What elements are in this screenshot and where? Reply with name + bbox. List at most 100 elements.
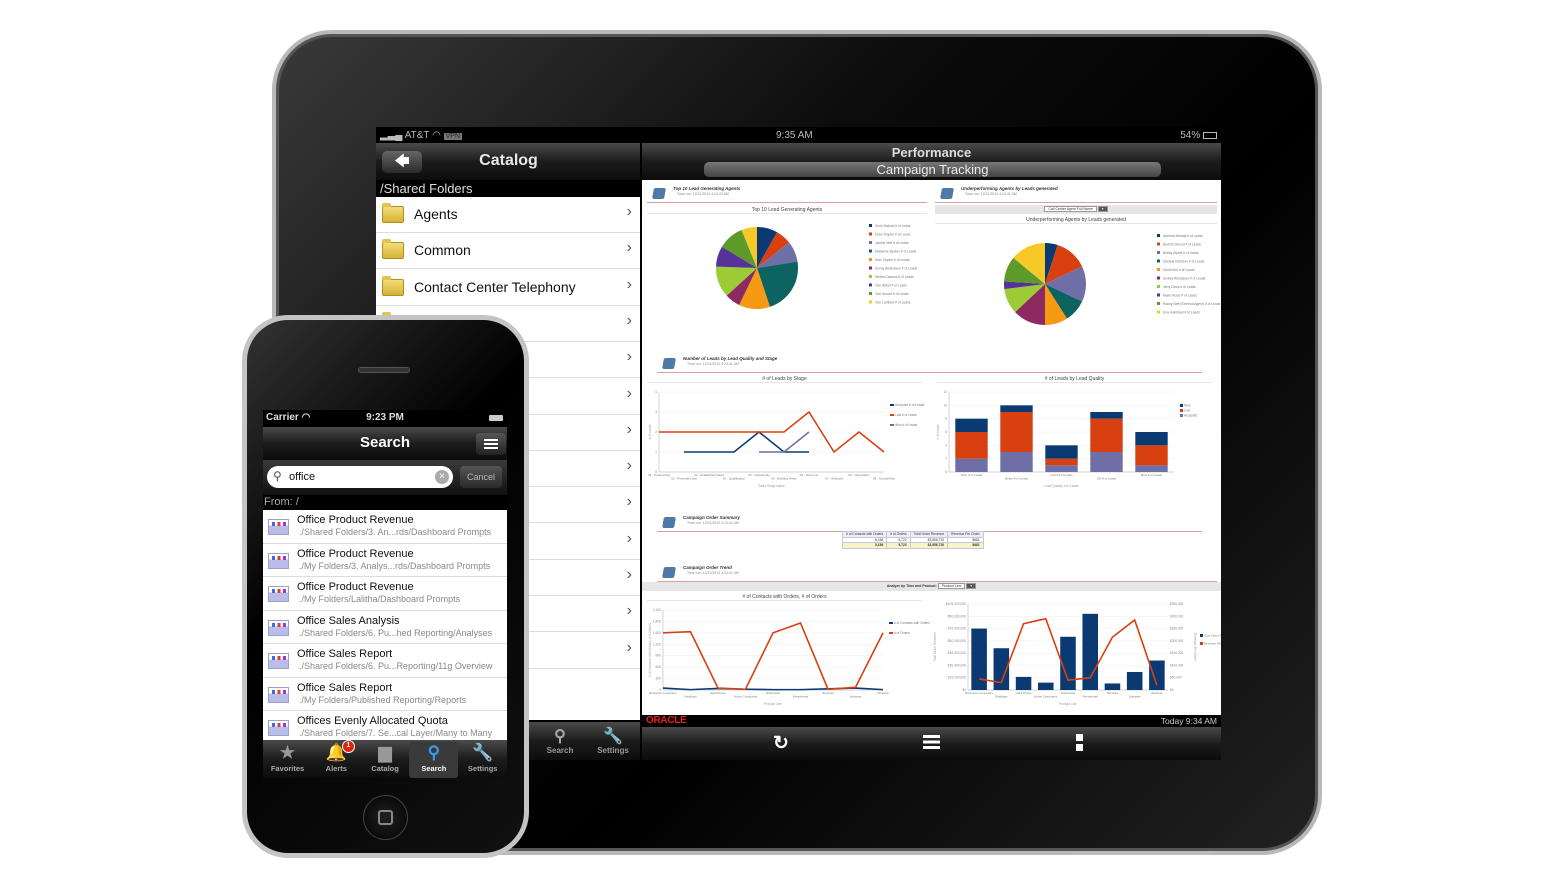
section-subtitle: Time run: 12/21/2010 4:24:41 AM (687, 521, 739, 525)
series-line (684, 430, 809, 453)
legend-swatch (1157, 234, 1160, 237)
tab-alerts[interactable]: 🔔 Alerts 1 (312, 740, 361, 778)
ipad-status-time: 9:35 AM (776, 130, 813, 141)
bar-segment (1090, 418, 1123, 452)
page-layout-icon[interactable] (1076, 734, 1083, 751)
result-title: Office Product Revenue (297, 581, 414, 593)
legend-swatch (1157, 242, 1160, 246)
x-tick-label: 06 - Short List (800, 473, 819, 477)
cancel-button[interactable]: Cancel (460, 466, 502, 488)
home-button[interactable] (363, 795, 408, 840)
search-result-item[interactable]: Office Sales Report ./Shared Folders/6. P… (263, 644, 507, 678)
tab-settings[interactable]: 🔧 Settings (588, 726, 638, 755)
y-tick-label: 2 (945, 457, 947, 461)
search-scope: From: / (264, 496, 299, 508)
tab-settings[interactable]: 🔧 Settings (458, 742, 507, 778)
iphone-nav-bar: Search (263, 427, 507, 460)
search-result-item[interactable]: Office Product Revenue ./Shared Folders/3… (263, 510, 507, 544)
y-tick-label: $15,000,000 (948, 676, 967, 680)
search-results-list: Office Product Revenue ./Shared Folders/3… (263, 510, 507, 740)
search-result-item[interactable]: Offices Evenly Allocated Quota ./Shared F… (263, 711, 507, 740)
legend-label: # of Orders (894, 631, 910, 635)
x-tick-label: Better # of Leads (1005, 477, 1028, 481)
search-result-item[interactable]: Office Sales Report ./My Folders/Publishe… (263, 677, 507, 711)
legend-label: David Kim # of Leads (1163, 268, 1195, 272)
chart-title: # of Leads by Lead Quality (937, 376, 1212, 383)
tab-favorites[interactable]: ★ Favorites (263, 742, 312, 778)
search-input[interactable]: ⚲ office × (267, 466, 453, 488)
clear-icon[interactable]: × (435, 470, 449, 484)
refresh-icon[interactable]: ↻ (773, 732, 789, 755)
tab-label: Search (546, 746, 574, 755)
dropdown-icon[interactable]: ▾ (1097, 206, 1108, 212)
result-path: ./Shared Folders/3. An...rds/Dashboard P… (299, 527, 492, 537)
product-filter-select[interactable]: Product Line (937, 583, 966, 589)
x-axis-title: Sales Stage Name (758, 484, 785, 488)
x-tick-label: Home Computers (1034, 695, 1058, 699)
tab-search[interactable]: ⚲ Search (535, 726, 585, 755)
header-cell: Revenue Per Order (947, 531, 984, 538)
order-summary-table: # of Contacts with Orders # of Orders Tota… (841, 531, 984, 549)
chevron-right-icon: › (626, 529, 632, 547)
bar-segment (955, 432, 988, 459)
legend-label: Jerry Davis # of Leads (1163, 285, 1196, 289)
search-result-item[interactable]: Office Product Revenue ./My Folders/Lalit… (263, 577, 507, 611)
back-button[interactable]: 🡄 (382, 151, 422, 173)
legend-label: Bobby Alpine # of Leads (1163, 251, 1199, 255)
tab-catalog[interactable]: ▆ Catalog (361, 742, 410, 778)
x-tick-label: Wireless (877, 691, 889, 695)
list-icon (484, 439, 498, 449)
x-tick-label: Best # of Leads (1141, 473, 1162, 477)
legend-swatch (1157, 302, 1160, 305)
report-icon (662, 517, 676, 528)
bar-segment (1000, 405, 1033, 412)
iphone-title: Search (359, 434, 411, 451)
chart-title: Underperforming Agents by Leads generate… (935, 217, 1217, 224)
dropdown-icon[interactable]: ▾ (966, 583, 977, 589)
oracle-logo: ORACLE (646, 715, 687, 726)
folder-icon (382, 239, 404, 260)
oracle-bar: ORACLE Today 9:34 AM (642, 715, 1221, 727)
section-title: Campaign Order Trend (683, 565, 732, 570)
section-title: Underperforming Agents by Leads generate… (961, 186, 1058, 191)
star-icon: ★ (279, 743, 296, 762)
bar-chart-leads-by-quality: 0 2 4 6 8 10 12 Poor # of Leads Better # of Lead… (936, 390, 1198, 488)
report-icon (268, 686, 289, 703)
y-tick-label: 1 (655, 450, 657, 454)
list-icon[interactable] (923, 735, 940, 749)
series-line (759, 431, 810, 453)
search-result-item[interactable]: Office Product Revenue ./My Folders/3. An… (263, 543, 507, 577)
legend-swatch (890, 424, 894, 426)
wifi-icon: ◠ (432, 130, 441, 141)
tab-search[interactable]: ⚲ Search (409, 742, 459, 778)
folder-row[interactable]: Contact Center Telephony › (376, 269, 640, 306)
folder-row[interactable]: Common › (376, 233, 640, 270)
x-tick-label: 09 - Closed/Won (873, 477, 896, 481)
legend-label: # of Contacts with Orders (894, 621, 930, 625)
dashboard-content: Top 10 Lead Generating Agents Time run: 1… (642, 180, 1221, 715)
chevron-right-icon: › (626, 638, 632, 656)
y-axis-title: # of Leads (648, 424, 652, 439)
legend-label: Eva Holmblad # of Leads (1163, 311, 1200, 315)
report-icon (268, 586, 289, 602)
chevron-right-icon: › (626, 602, 632, 620)
legend-label: Stefan Caesius # of Leads (875, 275, 914, 279)
bar (1104, 683, 1121, 690)
speaker-grille (358, 367, 410, 373)
dashboard-page-selector[interactable]: Campaign Tracking (704, 162, 1161, 177)
menu-button[interactable] (476, 433, 506, 455)
legend-label: Marianne Becker # of Leads (875, 250, 917, 254)
legend-label: Dudley Reissauer # of Leads (1163, 277, 1206, 281)
result-path: ./My Folders/3. Analys...rds/Dashboard P… (299, 560, 491, 571)
report-icon (268, 720, 289, 736)
folder-row[interactable]: Agents › (376, 197, 640, 233)
cell: 5,156 (841, 542, 888, 549)
legend-label: Randy Neff (External Agent) # of Leads (1163, 302, 1220, 306)
search-result-item[interactable]: Office Sales Analysis ./Shared Folders/6.… (263, 610, 507, 644)
bar-segment (1000, 412, 1033, 452)
catalog-path: /Shared Folders (380, 181, 473, 196)
y2-tick-label: $300,000 (1170, 614, 1184, 618)
report-icon (662, 358, 676, 369)
agent-filter-select[interactable]: Call Center Agent Full Name (1044, 206, 1097, 212)
y-tick-label: 4 (945, 443, 947, 447)
